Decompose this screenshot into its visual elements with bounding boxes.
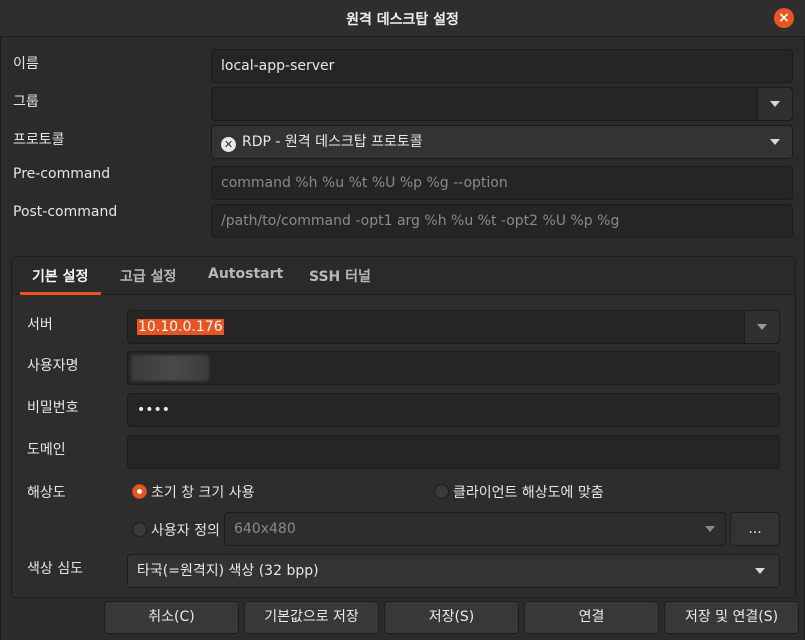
save-as-default-button[interactable]: 기본값으로 저장	[244, 601, 379, 634]
name-label: 이름	[13, 56, 39, 72]
close-button[interactable]: ×	[774, 8, 794, 28]
chevron-down-icon	[755, 568, 765, 574]
server-input[interactable]: 10.10.0.176	[127, 310, 780, 344]
color-depth-value: 타국(=원격지) 색상 (32 bpp)	[137, 563, 319, 579]
username-input[interactable]	[127, 351, 780, 385]
server-value: 10.10.0.176	[137, 319, 224, 335]
username-label: 사용자명	[27, 358, 79, 374]
username-redacted	[131, 355, 209, 381]
tab-autostart[interactable]: Autostart	[208, 266, 283, 282]
precommand-label: Pre-command	[13, 166, 111, 182]
settings-notebook: 기본 설정 고급 설정 Autostart SSH 터널 서버 10.10.0.…	[11, 256, 796, 598]
connect-button[interactable]: 연결	[524, 601, 659, 634]
res-initial-radio[interactable]	[132, 484, 147, 499]
save-and-connect-button[interactable]: 저장 및 연결(S)	[664, 601, 799, 634]
chevron-down-icon	[757, 324, 767, 330]
name-input[interactable]: local-app-server	[211, 49, 793, 83]
precommand-input[interactable]: command %h %u %t %U %p %g --option	[211, 166, 793, 200]
res-more-button[interactable]: ...	[730, 512, 780, 546]
server-label: 서버	[27, 317, 53, 333]
group-label: 그룹	[13, 94, 39, 110]
chevron-down-icon	[705, 526, 715, 532]
window-title: 원격 데스크탑 설정	[346, 12, 459, 28]
chevron-down-icon	[770, 101, 780, 107]
res-custom-label[interactable]: 사용자 정의	[151, 520, 220, 540]
res-initial-label[interactable]: 초기 창 크기 사용	[151, 482, 255, 502]
tab-bar: 기본 설정 고급 설정 Autostart SSH 터널	[12, 257, 795, 295]
protocol-select[interactable]: ✕ RDP - 원격 데스크탑 프로토콜	[211, 125, 793, 159]
title-bar: 원격 데스크탑 설정 ×	[0, 0, 805, 37]
res-client-label[interactable]: 클라이언트 해상도에 맞춤	[453, 482, 604, 502]
protocol-label: 프로토콜	[13, 132, 65, 148]
res-custom-select[interactable]: 640x480	[224, 512, 726, 546]
res-client-radio[interactable]	[434, 484, 449, 499]
color-depth-select[interactable]: 타국(=원격지) 색상 (32 bpp)	[127, 554, 780, 588]
password-input[interactable]: ••••	[127, 393, 780, 427]
domain-input[interactable]	[127, 435, 780, 469]
res-custom-value: 640x480	[234, 521, 296, 537]
domain-label: 도메인	[27, 442, 66, 458]
tab-basic[interactable]: 기본 설정	[32, 266, 88, 286]
save-button[interactable]: 저장(S)	[384, 601, 519, 634]
postcommand-label: Post-command	[13, 204, 118, 220]
color-depth-label: 색상 심도	[27, 561, 83, 577]
res-custom-radio[interactable]	[132, 522, 147, 537]
group-dropdown-button[interactable]	[757, 88, 792, 120]
dialog-body: 이름 local-app-server 그룹 프로토콜 ✕ RDP - 원격 데스…	[0, 37, 805, 640]
cancel-button[interactable]: 취소(C)	[104, 601, 239, 634]
resolution-label: 해상도	[27, 485, 66, 501]
postcommand-input[interactable]: /path/to/command -opt1 arg %h %u %t -opt…	[211, 204, 793, 238]
group-input[interactable]	[211, 87, 793, 121]
active-tab-indicator	[20, 292, 101, 295]
server-dropdown-button[interactable]	[744, 311, 779, 343]
protocol-value: RDP - 원격 데스크탑 프로토콜	[242, 134, 423, 150]
tab-ssh-tunnel[interactable]: SSH 터널	[309, 266, 371, 286]
chevron-down-icon	[770, 139, 780, 145]
password-label: 비밀번호	[27, 400, 79, 416]
tab-advanced[interactable]: 고급 설정	[120, 266, 176, 286]
protocol-icon: ✕	[221, 137, 236, 152]
